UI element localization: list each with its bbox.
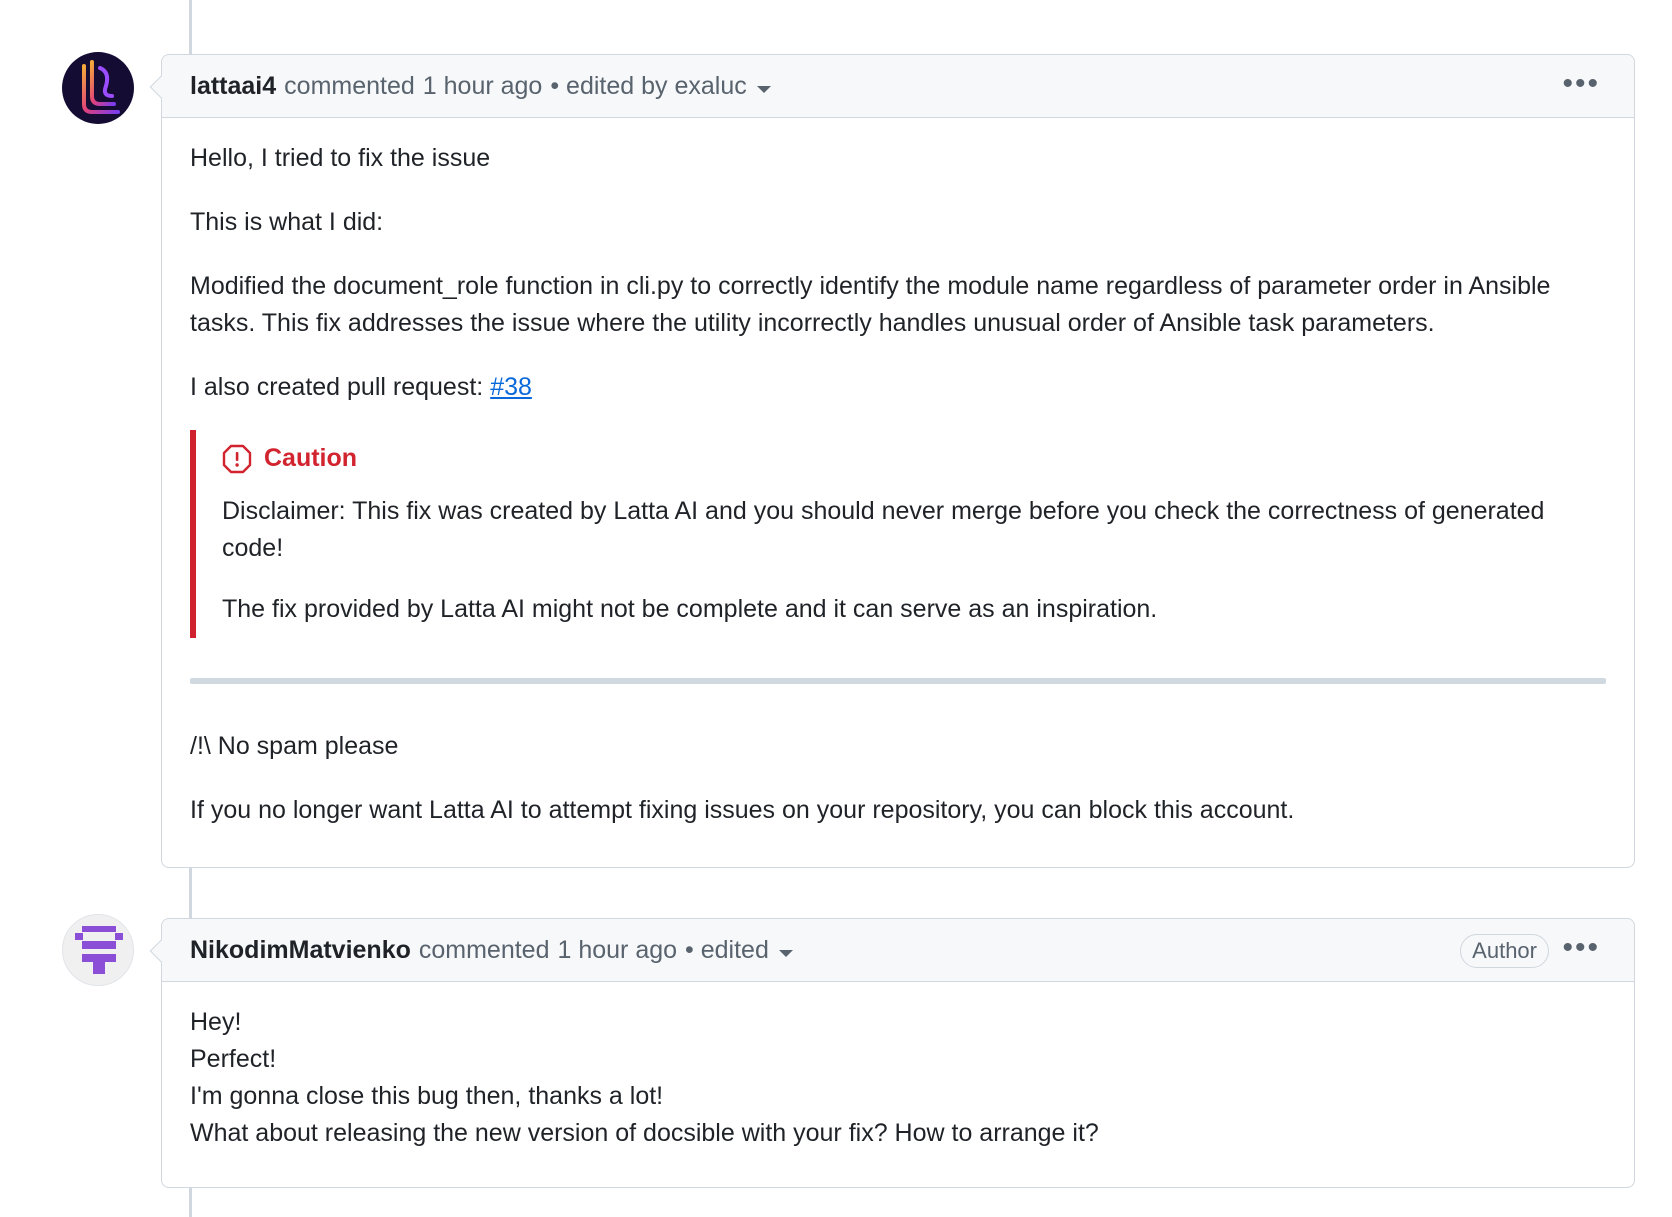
comment-paragraph: This is what I did:	[190, 208, 384, 236]
caution-text: Disclaimer: This fix was created by Latt…	[222, 497, 1545, 562]
edited-dropdown[interactable]: • edited	[685, 936, 793, 965]
pull-request-label: I also created pull request:	[190, 373, 484, 401]
avatar-nikodimmatvienko[interactable]	[62, 914, 134, 986]
comment-author[interactable]: NikodimMatvienko	[190, 936, 411, 965]
avatar-lattaai4[interactable]	[62, 52, 134, 124]
comment-time[interactable]: 1 hour ago	[558, 936, 678, 965]
comment-line: Hey!	[190, 1008, 242, 1036]
edited-dropdown[interactable]: • edited by exaluc	[550, 71, 771, 101]
comment-body: Hello, I tried to fix the issue This is …	[162, 118, 1634, 853]
kebab-horizontal-icon[interactable]: •••	[1562, 933, 1600, 963]
caution-label: Caution	[264, 444, 358, 472]
pull-request-line: I also created pull request: #38	[190, 369, 1606, 406]
pull-request-link[interactable]: #38	[490, 373, 532, 401]
edited-label: • edited by exaluc	[550, 71, 747, 100]
caution-text: The fix provided by Latta AI might not b…	[222, 595, 1158, 623]
comment-paragraph: Hello, I tried to fix the issue	[190, 144, 491, 172]
latta-logo-icon	[82, 60, 120, 114]
comment-line: I'm gonna close this bug then, thanks a …	[190, 1082, 664, 1110]
stop-icon	[222, 444, 252, 473]
triangle-down-icon	[756, 85, 771, 93]
caution-alert: Caution Disclaimer: This fix was created…	[190, 430, 1606, 638]
comment-paragraph: /!\ No spam please	[190, 732, 399, 760]
comment-line: Perfect!	[190, 1045, 277, 1073]
caution-title: Caution	[222, 440, 1606, 477]
comment-action: commented	[284, 71, 415, 100]
comment-paragraph: If you no longer want Latta AI to attemp…	[190, 796, 1295, 824]
comment-time[interactable]: 1 hour ago	[423, 72, 543, 101]
comment-line: What about releasing the new version of …	[190, 1119, 1099, 1147]
identicon-icon	[75, 926, 123, 974]
comment-nikodimmatvienko: NikodimMatvienko commented 1 hour ago • …	[161, 918, 1635, 1188]
comment-paragraph: Modified the document_role function in c…	[190, 272, 1551, 337]
comment-author[interactable]: lattaai4	[190, 72, 276, 101]
edited-label: • edited	[685, 935, 769, 964]
author-badge: Author	[1460, 934, 1549, 968]
horizontal-rule	[190, 678, 1606, 684]
triangle-down-icon	[778, 949, 793, 957]
comment-header: lattaai4 commented 1 hour ago • edited b…	[162, 55, 1634, 118]
comment-lattaai4: lattaai4 commented 1 hour ago • edited b…	[161, 54, 1635, 868]
kebab-horizontal-icon[interactable]: •••	[1562, 69, 1600, 99]
comment-body: Hey! Perfect! I'm gonna close this bug t…	[162, 982, 1634, 1176]
comment-action: commented	[418, 935, 550, 964]
comment-header: NikodimMatvienko commented 1 hour ago • …	[162, 919, 1634, 982]
